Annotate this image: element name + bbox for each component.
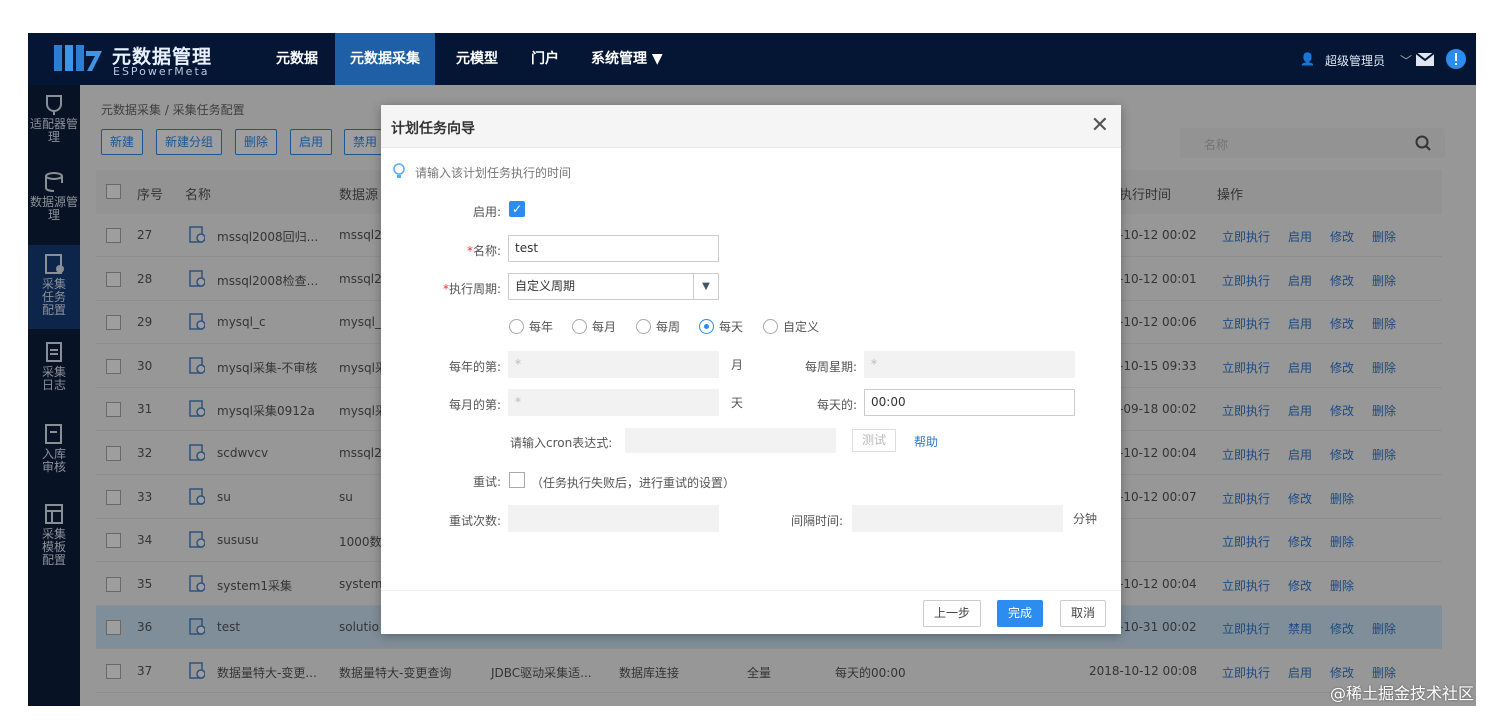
month-day-label: 每月的第:	[448, 398, 501, 412]
nav-metadata[interactable]: 元数据	[261, 33, 333, 85]
period-select[interactable]: 自定义周期 ▼	[508, 273, 719, 300]
watermark: @稀土掘金技术社区	[1330, 684, 1475, 703]
dialog-title: 计划任务向导	[391, 121, 475, 137]
month-day-input[interactable]: *	[508, 389, 719, 416]
mail-icon[interactable]	[1416, 53, 1434, 66]
prev-step-button[interactable]: 上一步	[923, 600, 982, 627]
retry-checkbox[interactable]	[509, 472, 525, 488]
logo-icon	[54, 45, 102, 71]
interval-unit: 分钟	[1073, 512, 1098, 526]
year-input[interactable]: *	[508, 351, 719, 378]
radio-daily[interactable]: 每天	[699, 318, 743, 335]
interval-label: 间隔时间:	[790, 514, 843, 528]
week-input[interactable]: *	[864, 351, 1075, 378]
cron-input[interactable]	[625, 428, 836, 453]
cron-label: 请输入cron表达式:	[510, 436, 613, 450]
name-input[interactable]: test	[508, 235, 719, 262]
retry-note: （任务执行失败后，进行重试的设置）	[531, 476, 736, 490]
radio-monthly[interactable]: 每月	[572, 318, 616, 335]
daily-label: 每天的:	[816, 398, 857, 412]
test-button[interactable]: 测试	[852, 429, 896, 452]
schedule-wizard-dialog: 计划任务向导 ✕ 请输入该计划任务执行的时间 启用: ✓ *名称: test *执…	[381, 105, 1121, 634]
period-label: *执行周期:	[442, 282, 501, 296]
year-label: 每年的第:	[448, 360, 501, 374]
info-icon[interactable]	[1446, 49, 1466, 69]
top-header: 元数据管理 ESPowerMeta 元数据 元数据采集 元模型 门户 系统管理 …	[28, 33, 1476, 85]
help-link[interactable]: 帮助	[914, 433, 938, 450]
radio-weekly[interactable]: 每周	[636, 318, 680, 335]
chevron-down-icon[interactable]: ﹀	[1400, 52, 1412, 69]
enable-label: 启用:	[472, 205, 501, 219]
retry-label: 重试:	[472, 475, 501, 489]
retry-count-label: 重试次数:	[448, 514, 501, 528]
finish-button[interactable]: 完成	[997, 600, 1044, 627]
user-menu[interactable]: 超级管理员	[1325, 52, 1385, 69]
enable-checkbox[interactable]: ✓	[509, 201, 525, 217]
radio-custom[interactable]: 自定义	[763, 318, 819, 335]
dialog-hint: 请输入该计划任务执行的时间	[415, 166, 572, 180]
nav-system-admin[interactable]: 系统管理 ▼	[576, 33, 678, 85]
name-label: *名称:	[466, 244, 501, 258]
daily-time-input[interactable]: 00:00	[864, 389, 1075, 416]
nav-metadata-collection[interactable]: 元数据采集	[335, 33, 435, 85]
dropdown-arrow-icon[interactable]: ▼	[693, 274, 718, 299]
cancel-button[interactable]: 取消	[1060, 600, 1107, 627]
radio-yearly[interactable]: 每年	[509, 318, 553, 335]
week-label: 每周星期:	[804, 360, 857, 374]
lightbulb-icon	[393, 163, 405, 178]
user-icon: 👤	[1300, 52, 1315, 66]
footer-divider	[381, 590, 1121, 591]
interval-input[interactable]	[852, 505, 1063, 532]
retry-count-input[interactable]	[508, 505, 719, 532]
close-icon[interactable]: ✕	[1091, 113, 1109, 138]
brand-subtitle: ESPowerMeta	[113, 65, 210, 78]
nav-portal[interactable]: 门户	[516, 33, 574, 85]
nav-metamodel[interactable]: 元模型	[441, 33, 513, 85]
